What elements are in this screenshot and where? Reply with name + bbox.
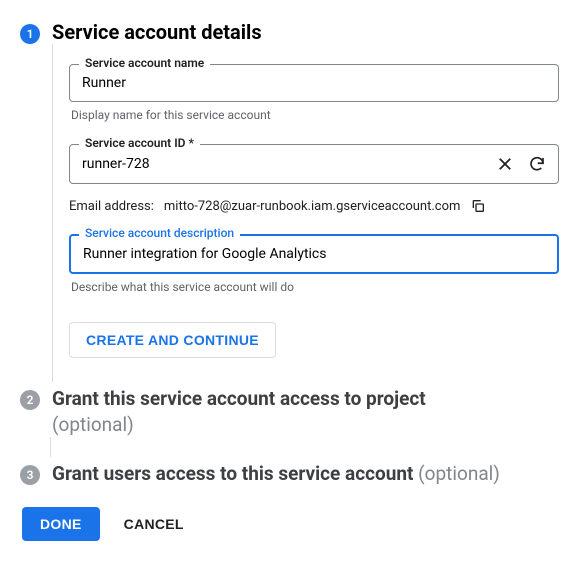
cancel-button[interactable]: CANCEL — [124, 516, 184, 532]
service-account-desc-helper: Describe what this service account will … — [71, 280, 557, 294]
step-3-title: Grant users access to this service accou… — [52, 461, 500, 487]
footer: DONE CANCEL — [22, 507, 557, 541]
clear-icon[interactable] — [496, 155, 514, 173]
done-button[interactable]: DONE — [22, 507, 100, 541]
service-account-id-field[interactable] — [69, 144, 559, 184]
step-2-header[interactable]: 2 Grant this service account access to p… — [20, 386, 557, 437]
service-account-desc-field[interactable] — [69, 234, 559, 274]
refresh-icon[interactable] — [528, 155, 546, 173]
service-account-desc-input[interactable] — [83, 246, 545, 262]
service-account-desc-wrap: Service account description — [69, 234, 557, 274]
service-account-desc-label: Service account description — [79, 226, 240, 240]
step-1-title: Service account details — [52, 20, 262, 44]
step-1-header: 1 Service account details — [20, 20, 557, 44]
service-account-name-helper: Display name for this service account — [71, 108, 557, 122]
service-account-id-input[interactable] — [82, 156, 496, 172]
copy-icon[interactable] — [470, 198, 486, 214]
step-3-title-text: Grant users access to this service accou… — [52, 462, 413, 485]
step-3-header[interactable]: 3 Grant users access to this service acc… — [20, 461, 557, 487]
email-value: mitto-728@zuar-runbook.iam.gserviceaccou… — [164, 199, 461, 214]
service-account-name-wrap: Service account name — [69, 64, 557, 102]
step-2-badge: 2 — [20, 390, 40, 410]
step-2-title: Grant this service account access to pro… — [52, 386, 426, 437]
email-label: Email address: — [69, 199, 154, 214]
connector-2-3 — [50, 437, 51, 457]
create-and-continue-button[interactable]: CREATE AND CONTINUE — [69, 322, 276, 358]
service-account-name-label: Service account name — [79, 56, 210, 70]
step-2-optional: (optional) — [52, 413, 134, 436]
email-row: Email address: mitto-728@zuar-runbook.ia… — [69, 198, 557, 214]
step-1-badge: 1 — [20, 24, 40, 44]
step-3-optional: (optional) — [418, 462, 500, 485]
service-account-id-wrap: Service account ID * — [69, 144, 557, 184]
id-field-icons — [496, 155, 546, 173]
step-2-title-text: Grant this service account access to pro… — [52, 387, 426, 410]
step-3-badge: 3 — [20, 465, 40, 485]
step-1-body: Service account name Display name for th… — [52, 44, 557, 382]
service-account-name-input[interactable] — [82, 75, 546, 91]
service-account-id-label: Service account ID * — [79, 136, 200, 150]
